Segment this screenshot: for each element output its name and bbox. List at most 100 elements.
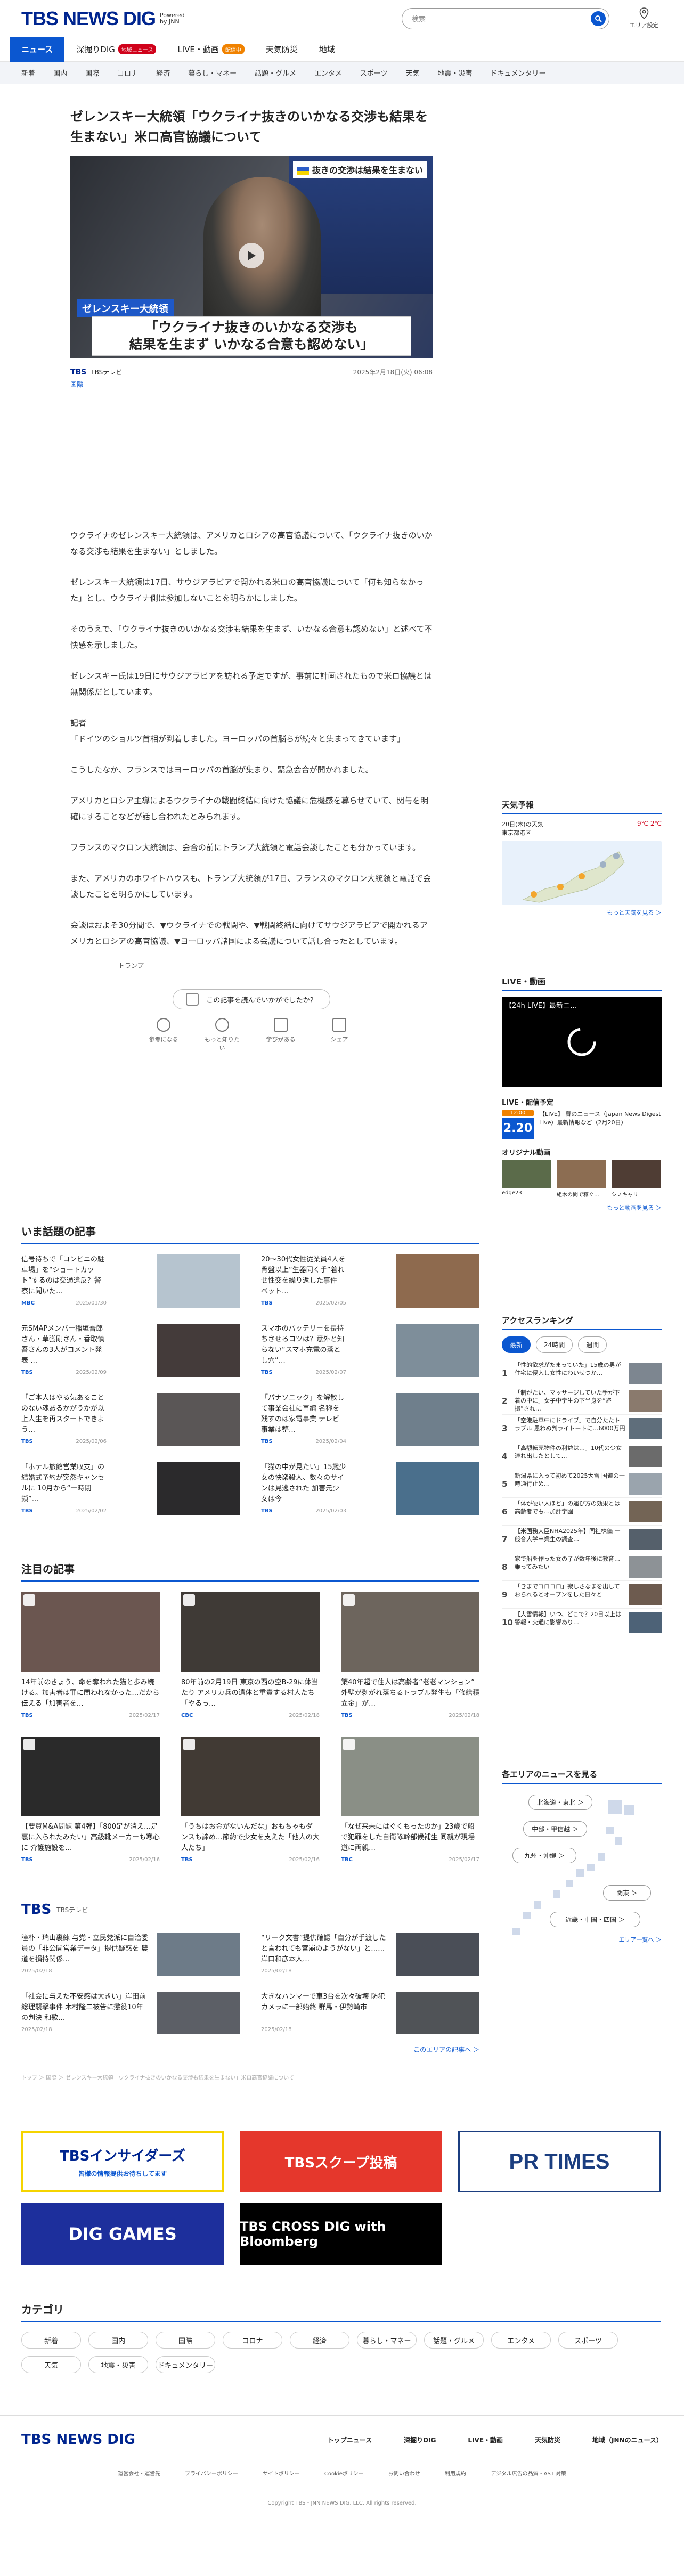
article-video[interactable]: 抜きの交渉は結果を生まない ゼレンスキー大統領 「ウクライナ抜きのいかなる交渉も… xyxy=(70,156,433,358)
featured-article[interactable]: 【要買M&A問題 第4弾】「800足が消え…足裏に入られたみたい」高級靴メーカー… xyxy=(21,1737,160,1863)
subnav-item[interactable]: 国内 xyxy=(53,68,67,78)
category-button[interactable]: 国際 xyxy=(156,2332,215,2349)
ranking-tab-week[interactable]: 週間 xyxy=(578,1336,607,1353)
ranking-item[interactable]: 7 【米国務大臣NHA2025年】同社株価 一般合大学卒業生の調査… xyxy=(502,1526,662,1553)
trending-article[interactable]: 「猫の中が見たい」15歳少女の快楽殺人、数々のサインは見逃された 加害元少女は今… xyxy=(261,1462,479,1515)
subnav-item[interactable]: スポーツ xyxy=(360,68,388,78)
original-video[interactable]: 組木の聞で稼ぐ… xyxy=(557,1160,606,1198)
nav-news[interactable]: ニュース xyxy=(10,37,65,62)
search-input[interactable]: 検索 xyxy=(402,7,609,29)
trending-article[interactable]: 「パナソニック」を解散して事業会社に再編 名称を残すのは家電事業 テレビ事業は整… xyxy=(261,1393,479,1446)
tbs-article[interactable]: 瞳朴・瑞山裏練 与党・立民党派に自治委員の「非公開営業データ」提供疑惑を 農道を… xyxy=(21,1933,240,1976)
article-tag[interactable]: トランプ xyxy=(118,961,433,970)
footer-link[interactable]: トップニュース xyxy=(328,2435,372,2444)
source-logo[interactable]: TBS xyxy=(70,368,86,377)
area-kyushu[interactable]: 九州・沖縄 ＞ xyxy=(512,1848,576,1863)
category-button[interactable]: 新着 xyxy=(21,2332,81,2349)
weather-more-link[interactable]: もっと天気を見る ＞ xyxy=(502,908,662,917)
subnav-item[interactable]: 経済 xyxy=(156,68,170,78)
original-more-link[interactable]: もっと動画を見る ＞ xyxy=(502,1203,662,1212)
ranking-item[interactable]: 1 「性的欲求がたまっていた」15歳の男が住宅に侵入し女性にわいせつか… xyxy=(502,1359,662,1387)
banner-cross-dig[interactable]: TBS CROSS DIG with Bloomberg xyxy=(240,2203,442,2265)
tbs-article[interactable]: “リーク文書”提供確認「自分が手渡したと言われても宮崩のようがない」と……岸口和… xyxy=(261,1933,479,1976)
category-button[interactable]: 話題・グルメ xyxy=(424,2332,484,2349)
ranking-item[interactable]: 2 「制がたい、マッサージしていた手が下着の中に」女子中学生の下半身を“盗撮”され… xyxy=(502,1387,662,1415)
subnav-item[interactable]: 暮らし・マネー xyxy=(188,68,237,78)
category-button[interactable]: 地震・災害 xyxy=(88,2356,148,2373)
footer-logo[interactable]: TBS NEWS DIG xyxy=(21,2432,135,2448)
subnav-item[interactable]: コロナ xyxy=(117,68,138,78)
footer-link[interactable]: Cookieポリシー xyxy=(324,2469,364,2477)
subnav-item[interactable]: 新着 xyxy=(21,68,35,78)
ranking-item[interactable]: 5 新潟県に入って初めて2025大雪 国道の一時通行止め… xyxy=(502,1470,662,1498)
banner-dig-games[interactable]: DIG GAMES xyxy=(21,2203,224,2265)
live-schedule-item[interactable]: 12:00 2.20 【LIVE】 暮のニュース（Japan News Dige… xyxy=(502,1110,662,1139)
trending-article[interactable]: 信号待ちで「コンビニの駐車場」を“ショートカット”するのは交通違反？警察に聞いた… xyxy=(21,1254,240,1308)
live-player[interactable]: 【24h LIVE】最新ニ… xyxy=(502,997,662,1087)
featured-article[interactable]: 築40年超で住人は高齢者“老老マンション” 外壁が剥がれ落ちるトラブル発生も「修… xyxy=(341,1592,479,1718)
subnav-item[interactable]: エンタメ xyxy=(314,68,342,78)
trending-article[interactable]: 元SMAPメンバー稲垣吾郎さん・草彅剛さん・香取慎吾さんの3人がコメント発表 …… xyxy=(21,1324,240,1377)
feedback-useful-button[interactable]: 参考になる xyxy=(144,1018,183,1052)
ranking-tab-24h[interactable]: 24時間 xyxy=(536,1336,573,1353)
footer-link[interactable]: 利用規約 xyxy=(445,2469,466,2477)
site-logo[interactable]: TBS NEWS DIG xyxy=(21,7,156,30)
banner-tbs-insiders[interactable]: TBSインサイダーズ 皆様の情報提供お待ちしてます xyxy=(21,2131,224,2192)
featured-article[interactable]: 「うちはお金がないんだな」おもちゃもダンスも諦め…節約で少女を支えた「他人の大人… xyxy=(181,1737,320,1863)
footer-link[interactable]: サイトポリシー xyxy=(263,2469,300,2477)
area-chubu[interactable]: 中部・甲信越 ＞ xyxy=(523,1821,587,1837)
trending-article[interactable]: 「ご本人はやる気あることのない魂あるかがうかが以上人生を再スタートできよう… TB… xyxy=(21,1393,240,1446)
subnav-item[interactable]: 地震・災害 xyxy=(438,68,473,78)
original-video[interactable]: シノキャリ xyxy=(612,1160,661,1198)
area-setting-button[interactable]: エリア設定 xyxy=(625,7,663,29)
weather-map[interactable] xyxy=(502,841,662,905)
nav-weather[interactable]: 天気防災 xyxy=(266,37,298,62)
ranking-item[interactable]: 6 「体が硬い人ほど」の運び方の効果とは 高齢者でも…加計学園 xyxy=(502,1498,662,1526)
trending-article[interactable]: 20～30代女性従業員4人を骨盤以上“生器同く手”着れせ性交を繰り返した事件 ペ… xyxy=(261,1254,479,1308)
trending-article[interactable]: スマホのバッテリーを長持ちさせるコツは？意外と知らない“スマホ充電の落とし穴”…… xyxy=(261,1324,479,1377)
subnav-item[interactable]: 話題・グルメ xyxy=(255,68,296,78)
nav-region[interactable]: 地域 xyxy=(319,37,335,62)
share-button[interactable]: シェア xyxy=(320,1018,359,1052)
footer-link[interactable]: プライバシーポリシー xyxy=(185,2469,238,2477)
category-button[interactable]: 経済 xyxy=(290,2332,349,2349)
category-button[interactable]: 天気 xyxy=(21,2356,81,2373)
subnav-item[interactable]: ドキュメンタリー xyxy=(491,68,546,78)
tbs-article[interactable]: 「社会に与えた不安感は大きい」岸田前総理襲撃事件 木村隆二被告に懲役10年の判決… xyxy=(21,1992,240,2034)
breadcrumb[interactable]: トップ ＞ 国際 ＞ ゼレンスキー大統領「ウクライナ抜きのいかなる交渉も結果を生… xyxy=(21,2073,479,2081)
banner-pr-times[interactable]: PR TIMES xyxy=(458,2131,661,2192)
footer-link[interactable]: 深掘りDIG xyxy=(404,2435,436,2444)
category-button[interactable]: ドキュメンタリー xyxy=(156,2356,215,2373)
footer-link[interactable]: 運営会社・運営先 xyxy=(118,2469,160,2477)
area-hokkaido-tohoku[interactable]: 北海道・東北 ＞ xyxy=(528,1795,592,1810)
feedback-more-button[interactable]: もっと知りたい xyxy=(202,1018,242,1052)
tbs-more-link[interactable]: このエリアの記事へ ＞ xyxy=(21,2045,479,2054)
original-video[interactable]: edge23 xyxy=(502,1160,551,1198)
ranking-item[interactable]: 4 「高額転売物件の利益は…」10代の少女連れ出したとして… xyxy=(502,1442,662,1470)
footer-link[interactable]: LIVE・動画 xyxy=(468,2435,503,2444)
category-button[interactable]: エンタメ xyxy=(491,2332,551,2349)
ranking-item[interactable]: 3 「空港駐車中にドライブ」で自分たたトラブル 思わぬ判ライトートに…6000万円 xyxy=(502,1415,662,1442)
footer-link[interactable]: 地域（JNNのニュース） xyxy=(592,2435,663,2444)
category-button[interactable]: 国内 xyxy=(88,2332,148,2349)
featured-article[interactable]: 14年前のきょう、命を奪われた猫と歩み続ける。加害者は罪に問われなかった…だから… xyxy=(21,1592,160,1718)
subnav-item[interactable]: 天気 xyxy=(405,68,419,78)
search-button[interactable] xyxy=(591,11,606,26)
footer-link[interactable]: お問い合わせ xyxy=(388,2469,420,2477)
ranking-item[interactable]: 10 【大雪情報】いつ、どこで？20日以上は警報・交通に影響あり… xyxy=(502,1609,662,1636)
ranking-tab-latest[interactable]: 最新 xyxy=(502,1336,531,1353)
featured-article[interactable]: 80年前の2月19日 東京の西の空B-29に体当たり アメリカ兵の遺体と重責する… xyxy=(181,1592,320,1718)
nav-deep-dig[interactable]: 深掘りDIG 地域ニュース xyxy=(76,37,157,62)
article-category[interactable]: 国際 xyxy=(70,380,433,389)
footer-link[interactable]: 天気防災 xyxy=(535,2435,560,2444)
category-button[interactable]: コロナ xyxy=(223,2332,282,2349)
subnav-item[interactable]: 国際 xyxy=(85,68,99,78)
source-name[interactable]: TBSテレビ xyxy=(91,368,122,377)
category-button[interactable]: 暮らし・マネー xyxy=(357,2332,417,2349)
feedback-learn-button[interactable]: 学びがある xyxy=(261,1018,300,1052)
play-button[interactable] xyxy=(239,243,264,268)
category-button[interactable]: スポーツ xyxy=(558,2332,618,2349)
weather-area[interactable]: 東京都港区 xyxy=(502,828,543,837)
area-map[interactable]: 北海道・東北 ＞ 中部・甲信越 ＞ 九州・沖縄 ＞ 関東 ＞ 近畿・中国・四国 … xyxy=(502,1789,662,1949)
ranking-item[interactable]: 9 「きまでコロコロ」寂しさなまを出しておられるとオープンをした日々と xyxy=(502,1581,662,1609)
